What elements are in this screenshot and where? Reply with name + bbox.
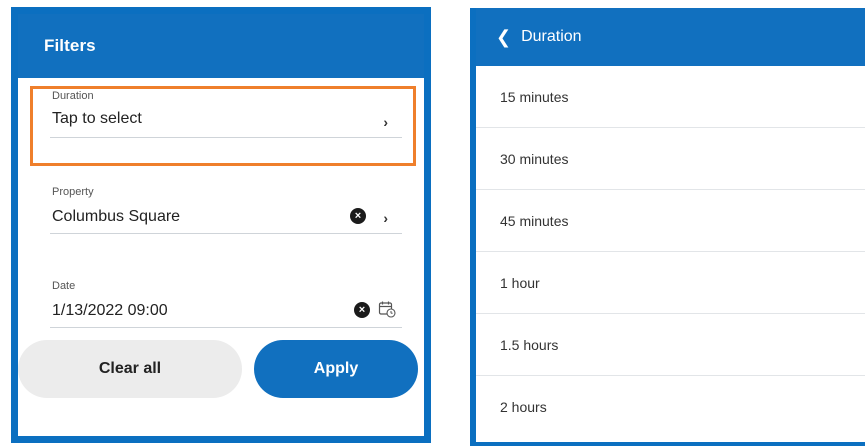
duration-option[interactable]: 30 minutes bbox=[476, 128, 865, 190]
date-divider bbox=[50, 327, 402, 328]
filters-title: Filters bbox=[44, 36, 96, 55]
duration-option[interactable]: 1 hour bbox=[476, 252, 865, 314]
action-buttons: Clear all Apply bbox=[18, 340, 424, 400]
chevron-right-icon[interactable]: › bbox=[383, 114, 388, 130]
duration-option[interactable]: 2 hours bbox=[476, 376, 865, 438]
property-field[interactable]: Property Columbus Square × › bbox=[40, 164, 406, 258]
property-value[interactable]: Columbus Square bbox=[52, 208, 180, 226]
filters-body: Duration Tap to select › Property Columb… bbox=[18, 78, 424, 398]
clear-all-button[interactable]: Clear all bbox=[18, 340, 242, 398]
clear-property-icon[interactable]: × bbox=[350, 208, 366, 224]
duration-value[interactable]: Tap to select bbox=[52, 110, 142, 128]
screenshot-stage: Filters Duration Tap to select › Propert… bbox=[0, 0, 865, 446]
property-label: Property bbox=[52, 186, 94, 198]
duration-option[interactable]: 15 minutes bbox=[476, 66, 865, 128]
filters-header: Filters bbox=[18, 14, 424, 78]
clear-date-icon[interactable]: × bbox=[354, 302, 370, 318]
duration-label: Duration bbox=[52, 90, 94, 102]
duration-panel: ❮ Duration 15 minutes 30 minutes 45 minu… bbox=[470, 8, 865, 446]
duration-header: ❮ Duration bbox=[476, 8, 865, 66]
calendar-icon[interactable] bbox=[378, 300, 396, 318]
property-divider bbox=[50, 233, 402, 234]
apply-button[interactable]: Apply bbox=[254, 340, 418, 398]
chevron-right-icon[interactable]: › bbox=[383, 210, 388, 226]
duration-option[interactable]: 45 minutes bbox=[476, 190, 865, 252]
duration-option[interactable]: 1.5 hours bbox=[476, 314, 865, 376]
date-value[interactable]: 1/13/2022 09:00 bbox=[52, 302, 168, 320]
date-label: Date bbox=[52, 280, 76, 292]
duration-divider bbox=[50, 137, 402, 138]
date-field[interactable]: Date 1/13/2022 09:00 × bbox=[40, 258, 406, 352]
duration-field[interactable]: Duration Tap to select › bbox=[40, 78, 406, 172]
filters-panel: Filters Duration Tap to select › Propert… bbox=[12, 8, 430, 442]
chevron-left-icon[interactable]: ❮ bbox=[496, 27, 511, 48]
duration-options: 15 minutes 30 minutes 45 minutes 1 hour … bbox=[476, 66, 865, 438]
duration-panel-title: Duration bbox=[521, 28, 582, 45]
